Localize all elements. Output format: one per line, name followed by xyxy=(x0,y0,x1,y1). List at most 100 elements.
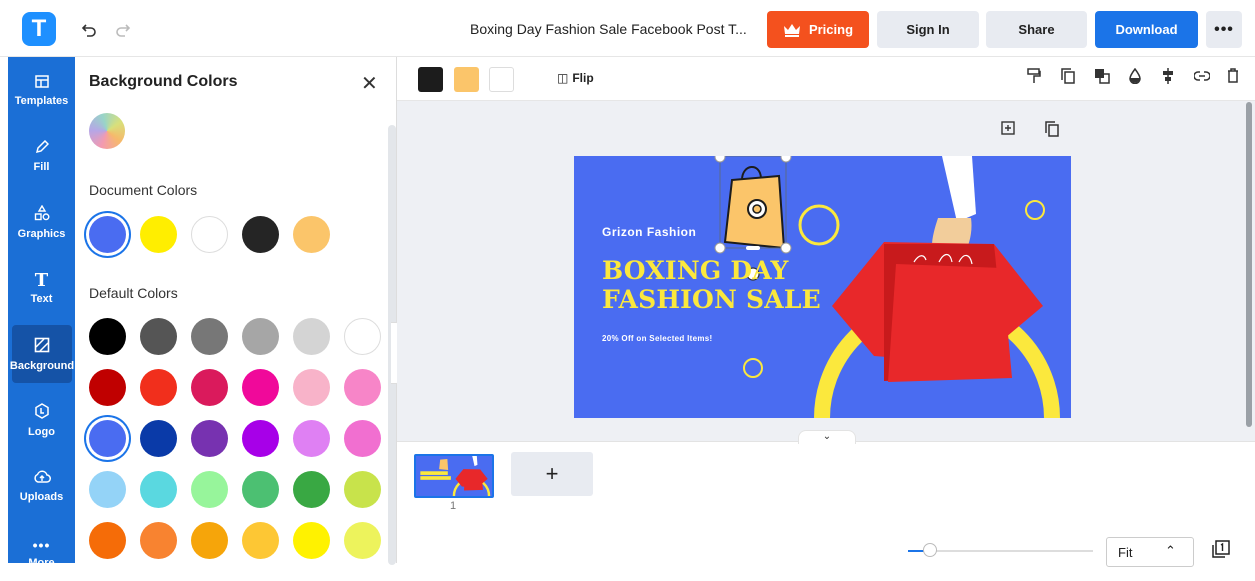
default-color-swatch[interactable] xyxy=(191,522,228,559)
default-color-swatch[interactable] xyxy=(242,471,279,508)
crown-icon xyxy=(783,23,800,37)
undo-icon[interactable] xyxy=(78,18,100,40)
document-color-swatch[interactable] xyxy=(191,216,228,253)
default-color-swatch[interactable] xyxy=(293,471,330,508)
default-color-swatch[interactable] xyxy=(89,420,126,457)
nav-graphics[interactable]: Graphics xyxy=(8,193,75,251)
fit-label: Fit xyxy=(1118,545,1133,560)
color-swatch-white[interactable] xyxy=(489,67,514,92)
pages-icon[interactable] xyxy=(1212,540,1230,563)
copy-icon[interactable] xyxy=(1061,68,1075,88)
canvas-headline[interactable]: BOXING DAY FASHION SALE xyxy=(602,256,821,314)
default-color-swatch[interactable] xyxy=(140,318,177,355)
nav-logo-label: Logo xyxy=(28,425,55,438)
close-icon[interactable]: ✕ xyxy=(361,71,378,96)
nav-fill-label: Fill xyxy=(33,160,50,173)
default-color-swatch[interactable] xyxy=(191,471,228,508)
nav-text-label: Text xyxy=(30,292,53,305)
zoom-slider-handle[interactable] xyxy=(923,543,937,557)
default-color-swatch[interactable] xyxy=(191,318,228,355)
document-title[interactable]: Boxing Day Fashion Sale Facebook Post T.… xyxy=(470,21,747,37)
opacity-icon[interactable] xyxy=(1128,67,1142,88)
pricing-button[interactable]: Pricing xyxy=(767,11,869,48)
default-color-swatch[interactable] xyxy=(191,420,228,457)
pricing-label: Pricing xyxy=(808,22,854,37)
document-color-swatch[interactable] xyxy=(242,216,279,253)
default-color-swatch[interactable] xyxy=(344,471,381,508)
paint-roller-icon[interactable] xyxy=(1027,68,1041,88)
default-color-swatch[interactable] xyxy=(89,471,126,508)
download-button[interactable]: Download xyxy=(1095,11,1198,48)
default-color-swatch[interactable] xyxy=(293,522,330,559)
add-page-icon[interactable] xyxy=(1001,121,1015,139)
chevron-down-icon[interactable]: ⌄ xyxy=(798,430,856,444)
default-color-swatch[interactable] xyxy=(344,420,381,457)
custom-color-picker[interactable] xyxy=(89,113,125,149)
nav-uploads-label: Uploads xyxy=(19,490,64,503)
panel-title: Background Colors xyxy=(89,73,238,90)
flip-label: Flip xyxy=(572,71,594,85)
default-color-swatch[interactable] xyxy=(191,369,228,406)
page-thumbnail[interactable] xyxy=(414,454,494,498)
top-bar: T Boxing Day Fashion Sale Facebook Post … xyxy=(0,0,1255,57)
document-color-swatch[interactable] xyxy=(293,216,330,253)
color-swatch-dark[interactable] xyxy=(418,67,443,92)
document-colors-label: Document Colors xyxy=(89,182,198,198)
design-canvas[interactable]: Grizon Fashion BOXING DAY FASHION SALE 2… xyxy=(574,156,1071,418)
default-color-swatch[interactable] xyxy=(344,318,381,355)
default-color-swatch[interactable] xyxy=(89,522,126,559)
color-swatch-yellow[interactable] xyxy=(454,67,479,92)
default-color-swatch[interactable] xyxy=(140,471,177,508)
templates-icon xyxy=(34,74,49,92)
app-logo[interactable]: T xyxy=(22,12,56,46)
sleeve xyxy=(942,156,976,222)
redo-icon[interactable] xyxy=(112,18,134,40)
document-color-swatch[interactable] xyxy=(89,216,126,253)
default-color-swatch[interactable] xyxy=(344,522,381,559)
headline-line-1: BOXING DAY xyxy=(602,256,789,285)
more-options-button[interactable]: ••• xyxy=(1206,11,1242,48)
nav-logo[interactable]: Logo xyxy=(8,391,75,449)
text-icon: T xyxy=(34,269,49,291)
nav-more[interactable]: ••• More xyxy=(8,523,75,581)
decor-circle xyxy=(798,204,840,246)
default-color-swatch[interactable] xyxy=(293,369,330,406)
default-color-swatch[interactable] xyxy=(242,369,279,406)
sign-in-button[interactable]: Sign In xyxy=(877,11,979,48)
nav-graphics-label: Graphics xyxy=(17,227,66,240)
nav-uploads[interactable]: Uploads xyxy=(8,457,75,515)
nav-background[interactable]: Background xyxy=(10,325,74,383)
duplicate-page-icon[interactable] xyxy=(1045,121,1059,141)
trash-icon[interactable] xyxy=(1227,68,1239,87)
layer-icon[interactable] xyxy=(1094,68,1110,88)
document-color-swatch[interactable] xyxy=(140,216,177,253)
default-color-swatch[interactable] xyxy=(89,369,126,406)
workspace-scrollbar[interactable] xyxy=(1246,102,1252,427)
thumbnail-preview xyxy=(416,456,492,496)
link-icon[interactable] xyxy=(1193,68,1211,85)
align-icon[interactable] xyxy=(1161,68,1175,88)
upload-icon xyxy=(33,470,51,488)
nav-text[interactable]: T Text xyxy=(8,259,75,317)
nav-fill[interactable]: Fill xyxy=(8,127,75,185)
default-color-swatch[interactable] xyxy=(293,420,330,457)
default-color-swatch[interactable] xyxy=(140,522,177,559)
background-colors-panel: Background Colors ✕ Document Colors Defa… xyxy=(75,57,397,565)
canvas-subline[interactable]: 20% Off on Selected Items! xyxy=(602,334,713,343)
nav-templates[interactable]: Templates xyxy=(8,61,75,119)
element-toolbar: ◫ Flip xyxy=(397,57,1255,101)
default-color-swatch[interactable] xyxy=(344,369,381,406)
default-color-swatch[interactable] xyxy=(242,420,279,457)
add-page-button[interactable]: + xyxy=(511,452,593,496)
canvas-brand-text[interactable]: Grizon Fashion xyxy=(602,225,696,239)
default-color-swatch[interactable] xyxy=(140,420,177,457)
flip-button[interactable]: ◫ Flip xyxy=(557,71,594,85)
default-color-swatch[interactable] xyxy=(293,318,330,355)
default-color-swatch[interactable] xyxy=(242,522,279,559)
logo-icon xyxy=(34,402,50,423)
share-button[interactable]: Share xyxy=(986,11,1087,48)
default-color-swatch[interactable] xyxy=(242,318,279,355)
default-color-swatch[interactable] xyxy=(140,369,177,406)
default-color-swatch[interactable] xyxy=(89,318,126,355)
decor-circle xyxy=(743,358,763,378)
